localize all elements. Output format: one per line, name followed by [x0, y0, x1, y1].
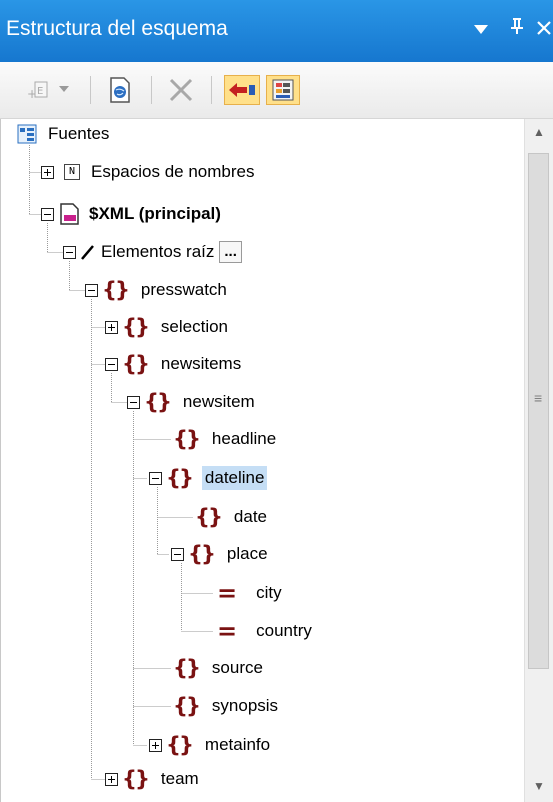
add-element-button[interactable]: + E	[24, 75, 54, 105]
tree-item-team[interactable]: {} team	[105, 764, 202, 794]
scrollbar-thumb[interactable]: ≡	[528, 153, 549, 669]
tree-item-espacios-de-nombres[interactable]: N Espacios de nombres	[41, 157, 257, 187]
expand-icon[interactable]	[149, 738, 162, 752]
synchronize-icon	[229, 83, 255, 97]
tree-item-synopsis[interactable]: {} synopsis	[173, 691, 281, 721]
root-slash-icon	[81, 245, 94, 260]
expand-icon[interactable]	[105, 320, 118, 334]
tree-item-label: Espacios de nombres	[91, 162, 255, 181]
add-element-dropdown[interactable]	[56, 75, 72, 105]
panel-dropdown-button[interactable]	[474, 15, 488, 43]
triangle-down-icon	[474, 25, 488, 34]
more-button[interactable]: ...	[219, 241, 242, 263]
collapse-icon[interactable]	[41, 207, 54, 221]
global-resource-button[interactable]	[105, 75, 135, 105]
pin-button[interactable]	[510, 15, 524, 43]
tree-item-label: newsitem	[182, 392, 255, 411]
panel-title-bar[interactable]: Estructura del esquema	[0, 0, 553, 62]
close-button[interactable]	[537, 15, 551, 43]
collapse-icon[interactable]	[149, 471, 162, 485]
tree-item-label: date	[233, 507, 267, 526]
scroll-up-arrow-icon[interactable]: ▲	[533, 125, 545, 139]
attribute-icon: =	[217, 579, 238, 607]
tree-item-headline[interactable]: {} headline	[173, 424, 279, 454]
global-resource-icon	[110, 77, 130, 103]
svg-text:E: E	[37, 86, 43, 97]
delete-icon	[169, 78, 193, 102]
show-structure-button[interactable]	[266, 75, 300, 105]
expand-icon[interactable]	[41, 165, 54, 179]
add-element-icon: + E	[27, 81, 48, 101]
tree-item-label: synopsis	[211, 696, 279, 715]
panel-title: Estructura del esquema	[6, 17, 228, 40]
dropdown-icon	[59, 86, 69, 92]
sources-icon	[17, 124, 37, 144]
tree-item-selection[interactable]: {} selection	[105, 312, 231, 342]
scroll-down-arrow-icon[interactable]: ▼	[533, 779, 545, 793]
element-icon: {}	[166, 733, 194, 757]
element-icon: {}	[173, 694, 201, 718]
collapse-icon[interactable]	[85, 283, 98, 297]
tree-item-label: presswatch	[140, 280, 227, 299]
xml-file-icon	[60, 203, 79, 225]
pin-icon	[511, 18, 523, 34]
tree-item-country[interactable]: = country	[217, 616, 315, 646]
element-icon: {}	[188, 542, 216, 566]
tree-item-label: place	[226, 544, 268, 563]
tree-item-label-selected: dateline	[201, 466, 268, 490]
collapse-icon[interactable]	[171, 547, 184, 561]
vertical-scrollbar[interactable]: ▲ ≡ ▼	[524, 119, 553, 802]
element-icon: {}	[122, 767, 150, 791]
tree-item-label: $XML (principal)	[89, 204, 221, 223]
tree-item-presswatch[interactable]: {} presswatch	[85, 275, 230, 305]
toolbar-divider	[151, 76, 152, 104]
element-icon: {}	[166, 466, 194, 490]
collapse-icon[interactable]	[63, 245, 76, 259]
delete-button[interactable]	[166, 75, 196, 105]
tree-item-xml-principal[interactable]: $XML (principal)	[41, 199, 224, 229]
tree-item-elementos-raiz[interactable]: Elementos raíz ...	[63, 237, 242, 267]
tree-item-label: headline	[211, 429, 277, 448]
tree-item-label: selection	[160, 317, 229, 336]
toolbar-divider	[90, 76, 91, 104]
element-icon: {}	[122, 352, 150, 376]
tree-item-place[interactable]: {} place	[171, 539, 271, 569]
tree-item-newsitem[interactable]: {} newsitem	[127, 387, 258, 417]
expand-icon[interactable]	[105, 772, 118, 786]
tree-item-city[interactable]: = city	[217, 578, 285, 608]
attribute-icon: =	[217, 617, 238, 645]
element-icon: {}	[195, 505, 223, 529]
element-icon: {}	[122, 315, 150, 339]
tree-item-label: source	[211, 658, 263, 677]
element-icon: {}	[144, 390, 172, 414]
tree-item-date[interactable]: {} date	[195, 502, 270, 532]
namespace-icon: N	[64, 164, 80, 180]
collapse-icon[interactable]	[105, 357, 118, 371]
tree-item-fuentes[interactable]: Fuentes	[17, 119, 112, 149]
tree-item-label: Elementos raíz	[101, 242, 215, 261]
tree-item-label: newsitems	[160, 354, 242, 373]
tree-item-label: Fuentes	[48, 124, 110, 143]
grip-icon: ≡	[534, 390, 543, 406]
tree-item-newsitems[interactable]: {} newsitems	[105, 349, 244, 379]
tree-item-source[interactable]: {} source	[173, 653, 266, 683]
collapse-icon[interactable]	[127, 395, 140, 409]
element-icon: {}	[173, 427, 201, 451]
toolbar-divider	[211, 76, 212, 104]
toolbar: + E	[0, 62, 553, 119]
tree-item-label: team	[160, 769, 199, 788]
tree-item-dateline[interactable]: {} dateline	[149, 463, 268, 493]
element-icon: {}	[173, 656, 201, 680]
tree-item-label: city	[256, 583, 282, 602]
schema-tree[interactable]: Fuentes N Espacios de nombres $XML (prin…	[0, 119, 525, 802]
element-icon: {}	[102, 278, 130, 302]
tree-item-label: metainfo	[204, 735, 271, 754]
close-icon	[537, 21, 551, 35]
tree-item-label: country	[256, 621, 312, 640]
tree-item-metainfo[interactable]: {} metainfo	[149, 730, 273, 760]
show-structure-icon	[272, 79, 294, 101]
synchronize-button[interactable]	[224, 75, 260, 105]
